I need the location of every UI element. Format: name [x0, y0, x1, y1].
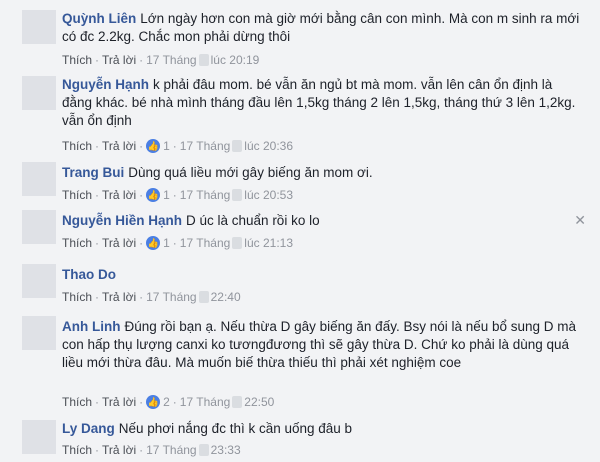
- comment-time[interactable]: 22:40: [211, 290, 241, 304]
- like-reaction-icon[interactable]: 👍: [146, 394, 161, 409]
- redacted-mark: [232, 139, 243, 152]
- comment-body: Trang Bui Dùng quá liều mới gây biếng ăn …: [62, 164, 586, 182]
- comment-author[interactable]: Ly Dang: [62, 421, 115, 436]
- reply-link[interactable]: Trả lời: [102, 53, 136, 67]
- comment-text: Đúng rồi bạn ạ. Nếu thừa D gây biếng ăn …: [62, 319, 577, 370]
- like-link[interactable]: Thích: [62, 53, 92, 67]
- comment-time[interactable]: lúc 20:53: [244, 188, 293, 202]
- comment-time[interactable]: lúc 20:36: [244, 139, 293, 153]
- comment-feed: Quỳnh Liên Lớn ngày hơn con mà giờ mới bằ…: [0, 0, 600, 462]
- comment-time[interactable]: 23:33: [211, 443, 241, 457]
- comment-time[interactable]: lúc 21:13: [244, 236, 293, 250]
- redacted-mark: [198, 443, 209, 456]
- comment-actions: Thích · Trả lời · 17 Tháng lúc 20:19: [62, 52, 260, 67]
- reply-link[interactable]: Trả lời: [102, 395, 136, 409]
- comment-author[interactable]: Thao Do: [62, 267, 116, 282]
- comment-date[interactable]: 17 Tháng: [146, 53, 197, 67]
- comment-date[interactable]: 17 Tháng: [146, 443, 197, 457]
- comment-actions: Thích · Trả lời · 17 Tháng 22:40: [62, 289, 241, 304]
- avatar[interactable]: [22, 316, 56, 350]
- redacted-mark: [232, 188, 243, 201]
- reaction-count[interactable]: 2: [163, 395, 170, 409]
- comment-actions: Thích · Trả lời · 👍 2 · 17 Tháng 22:50: [62, 394, 275, 409]
- like-link[interactable]: Thích: [62, 188, 92, 202]
- comment-author[interactable]: Trang Bui: [62, 165, 124, 180]
- comment-body: Nguyễn Hạnh k phải đâu mom. bé vẫn ăn ngủ…: [62, 76, 586, 130]
- reply-link[interactable]: Trả lời: [102, 139, 136, 153]
- comment-body: Anh Linh Đúng rồi bạn ạ. Nếu thừa D gây b…: [62, 318, 586, 372]
- comment-date[interactable]: 17 Tháng: [180, 236, 231, 250]
- reply-link[interactable]: Trả lời: [102, 236, 136, 250]
- comment-date[interactable]: 17 Tháng: [180, 395, 231, 409]
- like-reaction-icon[interactable]: 👍: [146, 187, 161, 202]
- comment-time[interactable]: 22:50: [244, 395, 274, 409]
- comment-date[interactable]: 17 Tháng: [146, 290, 197, 304]
- redacted-mark: [198, 53, 209, 66]
- comment-author[interactable]: Quỳnh Liên: [62, 11, 136, 26]
- like-link[interactable]: Thích: [62, 395, 92, 409]
- like-link[interactable]: Thích: [62, 443, 92, 457]
- comment-actions: Thích · Trả lời · 👍 1 · 17 Tháng lúc 20:36: [62, 138, 293, 153]
- comment-actions: Thích · Trả lời · 17 Tháng 23:33: [62, 442, 241, 457]
- comment-actions: Thích · Trả lời · 👍 1 · 17 Tháng lúc 20:53: [62, 187, 293, 202]
- reaction-count[interactable]: 1: [163, 139, 170, 153]
- reaction-count[interactable]: 1: [163, 188, 170, 202]
- comment-text: D úc là chuẩn rồi ko lo: [186, 213, 320, 228]
- like-reaction-icon[interactable]: 👍: [146, 138, 161, 153]
- comment-author[interactable]: Anh Linh: [62, 319, 120, 334]
- avatar[interactable]: [22, 10, 56, 44]
- comment-author[interactable]: Nguyễn Hiền Hạnh: [62, 213, 182, 228]
- comment-date[interactable]: 17 Tháng: [180, 188, 231, 202]
- avatar[interactable]: [22, 210, 56, 244]
- reaction-count[interactable]: 1: [163, 236, 170, 250]
- comment-body: Thao Do: [62, 266, 586, 284]
- avatar[interactable]: [22, 76, 56, 110]
- comment-time[interactable]: lúc 20:19: [211, 53, 260, 67]
- comment-author[interactable]: Nguyễn Hạnh: [62, 77, 149, 92]
- comment-date[interactable]: 17 Tháng: [180, 139, 231, 153]
- comment-text: Nếu phơi nắng đc thì k cần uống đâu b: [118, 421, 353, 436]
- comment-text: Dùng quá liều mới gây biếng ăn mom ơi.: [128, 165, 373, 180]
- avatar[interactable]: [22, 420, 56, 454]
- redacted-mark: [198, 290, 209, 303]
- comment-actions: Thích · Trả lời · 👍 1 · 17 Tháng lúc 21:13: [62, 235, 293, 250]
- redacted-mark: [232, 395, 243, 408]
- comment-body: Quỳnh Liên Lớn ngày hơn con mà giờ mới bằ…: [62, 10, 586, 46]
- reply-link[interactable]: Trả lời: [102, 188, 136, 202]
- like-link[interactable]: Thích: [62, 236, 92, 250]
- close-icon[interactable]: ✕: [574, 212, 586, 229]
- reply-link[interactable]: Trả lời: [102, 443, 136, 457]
- comment-text: Lớn ngày hơn con mà giờ mới bằng cân con…: [62, 11, 580, 44]
- comment-body: Nguyễn Hiền Hạnh D úc là chuẩn rồi ko lo: [62, 212, 586, 230]
- like-link[interactable]: Thích: [62, 139, 92, 153]
- comment-body: Ly Dang Nếu phơi nắng đc thì k cần uống đ…: [62, 420, 586, 438]
- redacted-mark: [232, 236, 243, 249]
- like-link[interactable]: Thích: [62, 290, 92, 304]
- avatar[interactable]: [22, 264, 56, 298]
- reply-link[interactable]: Trả lời: [102, 290, 136, 304]
- like-reaction-icon[interactable]: 👍: [146, 235, 161, 250]
- avatar[interactable]: [22, 162, 56, 196]
